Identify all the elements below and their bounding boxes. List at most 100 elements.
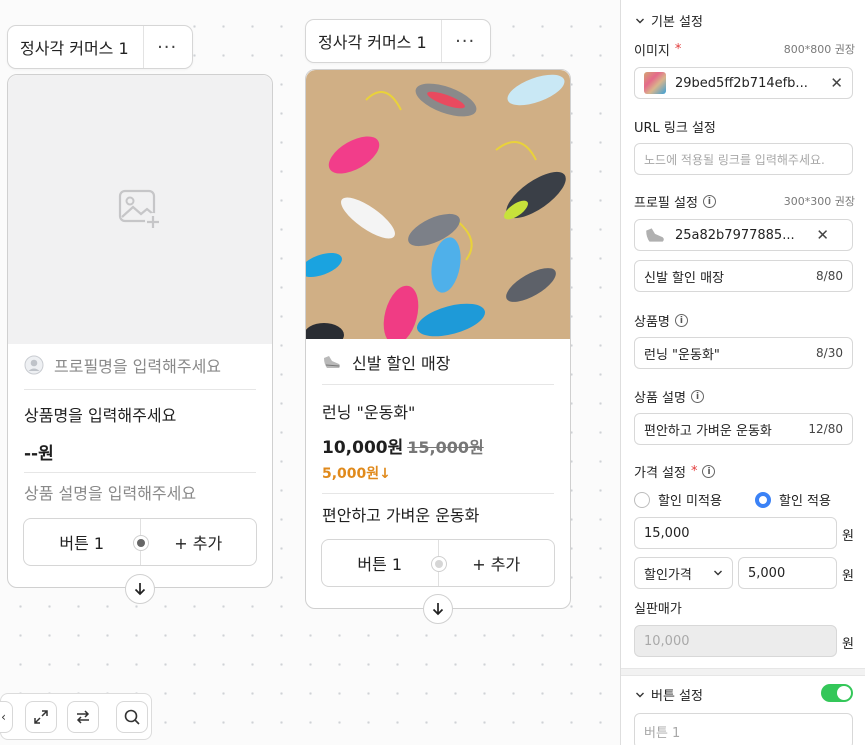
radio-discount-circle[interactable] [755, 491, 771, 508]
discount-type-value: 할인가격 [644, 567, 692, 583]
profile-file-name: 25a82b7977885... [675, 227, 795, 243]
node1-card[interactable]: 프로필명을 입력해주세요 상품명을 입력해주세요 --원 상품 설명을 입력해주… [7, 74, 273, 588]
node1-title: 정사각 커머스 1 [20, 39, 129, 58]
desc-label-row: 상품 설명 i [634, 387, 704, 406]
profile-name-count: 8/80 [816, 269, 843, 283]
node2-price: 10,000원 [322, 438, 404, 458]
search-icon [124, 709, 140, 725]
discount-value: 5,000 [748, 565, 786, 581]
node1-connector[interactable] [133, 535, 149, 551]
image-hint: 800*800 권장 [783, 43, 855, 56]
radio-no-discount-circle[interactable] [634, 491, 650, 508]
close-icon[interactable]: ✕ [816, 226, 829, 244]
shoe-icon [646, 228, 664, 242]
section-separator [621, 668, 865, 676]
node2-header[interactable]: 정사각 커머스 1 ··· [305, 19, 491, 63]
info-icon[interactable]: i [674, 314, 688, 327]
node2-old-price: 15,000원 [407, 438, 484, 457]
node1-header[interactable]: 정사각 커머스 1 ··· [7, 25, 193, 69]
desc-label: 상품 설명 [634, 391, 686, 406]
price-required-mark: * [690, 464, 698, 479]
node1-more-button[interactable]: ··· [142, 26, 191, 68]
shoe-icon [324, 356, 340, 368]
node2-title: 정사각 커머스 1 [318, 33, 427, 52]
radio-no-discount[interactable]: 할인 미적용 [634, 490, 722, 509]
desc-count: 12/80 [808, 422, 843, 436]
price-value: 15,000 [644, 525, 690, 541]
product-label-row: 상품명 i [634, 311, 688, 330]
toolbar-partial-button[interactable]: ‹ [0, 701, 13, 733]
product-name-value: 런닝 "운동화" [644, 347, 720, 363]
discount-value-input[interactable]: 5,000 [738, 557, 837, 589]
profile-name-input[interactable]: 신발 할인 매장 8/80 [634, 260, 853, 292]
final-price-input: 10,000 [634, 625, 837, 657]
canvas-toolbar: ‹ [0, 693, 152, 740]
price-input[interactable]: 15,000 [634, 517, 837, 549]
node1-image-placeholder[interactable] [8, 75, 272, 344]
node2-next-button[interactable] [423, 594, 453, 624]
node2-profile-name: 신발 할인 매장 [352, 354, 451, 373]
zoom-fit-button[interactable] [25, 701, 57, 733]
button-label-input[interactable]: 버튼 1 [634, 713, 853, 745]
arrow-down-icon [134, 583, 146, 596]
avatar-icon [24, 355, 44, 375]
radio-discount[interactable]: 할인 적용 [755, 490, 831, 509]
shoes-photo [306, 70, 570, 339]
node2-discount: 5,000원↓ [322, 466, 391, 482]
price-label-row: 가격 설정 * i [634, 462, 716, 481]
image-label-row: 이미지 * [634, 40, 681, 59]
radio-no-discount-label: 할인 미적용 [658, 494, 722, 509]
node2-card[interactable]: 신발 할인 매장 런닝 "운동화" 10,000원 15,000원 5,000원… [305, 69, 571, 609]
final-price-label: 실판매가 [634, 602, 682, 617]
image-plus-icon [118, 189, 161, 229]
discount-type-select[interactable]: 할인가격 [634, 557, 733, 589]
node2-connector[interactable] [431, 556, 447, 572]
node1-price-placeholder: --원 [24, 444, 54, 464]
info-icon[interactable]: i [690, 390, 704, 403]
button-section-title: 버튼 설정 [651, 689, 703, 704]
node1-profile-row: 프로필명을 입력해주세요 [24, 353, 221, 377]
desc-value: 편안하고 가벼운 운동화 [644, 423, 772, 439]
image-thumbnail [644, 72, 666, 94]
info-icon[interactable]: i [702, 465, 716, 478]
desc-input[interactable]: 편안하고 가벼운 운동화 12/80 [634, 413, 853, 445]
node1-next-button[interactable] [125, 574, 155, 604]
node2-product-image[interactable] [306, 70, 570, 339]
info-icon[interactable]: i [702, 195, 716, 208]
chevron-left-icon: ‹ [1, 710, 6, 724]
url-input[interactable]: 노드에 적용될 링크를 입력해주세요. [634, 143, 853, 175]
radio-discount-label: 할인 적용 [779, 494, 831, 509]
node1-button-1[interactable]: 버튼 1 [24, 519, 140, 565]
profile-name-value: 신발 할인 매장 [644, 270, 725, 286]
discount-currency: 원 [842, 569, 854, 584]
node2-add-button[interactable]: + 추가 [437, 540, 555, 586]
button-section-toggle[interactable] [821, 684, 853, 702]
expand-icon [34, 710, 48, 724]
basic-section-header[interactable]: 기본 설정 [635, 11, 703, 30]
node1-product-placeholder: 상품명을 입력해주세요 [24, 406, 177, 425]
chevron-down-icon [714, 570, 722, 576]
product-name-input[interactable]: 런닝 "운동화" 8/30 [634, 337, 853, 369]
chevron-down-icon [636, 692, 644, 697]
node1-profile-placeholder: 프로필명을 입력해주세요 [54, 357, 222, 376]
node2-button-1[interactable]: 버튼 1 [322, 540, 438, 586]
node1-add-button[interactable]: + 추가 [139, 519, 257, 565]
settings-panel: 기본 설정 이미지 * 800*800 권장 29bed5ff2b714efb.… [620, 0, 865, 745]
swap-button[interactable] [67, 701, 99, 733]
profile-label-row: 프로필 설정 i [634, 192, 716, 211]
node2-product-name: 런닝 "운동화" [322, 403, 416, 422]
node2-more-button[interactable]: ··· [440, 20, 489, 62]
final-currency: 원 [842, 637, 854, 652]
node1-desc-placeholder: 상품 설명을 입력해주세요 [24, 484, 197, 503]
search-button[interactable] [116, 701, 148, 733]
button-label-placeholder: 버튼 1 [644, 725, 681, 741]
button-section-header[interactable]: 버튼 설정 [635, 685, 703, 704]
image-file-field[interactable]: 29bed5ff2b714efb... ✕ [634, 67, 853, 99]
profile-hint: 300*300 권장 [783, 195, 855, 208]
product-label: 상품명 [634, 315, 670, 330]
profile-file-field[interactable]: 25a82b7977885... ✕ [634, 219, 853, 251]
close-icon[interactable]: ✕ [830, 74, 843, 92]
swap-icon [76, 710, 90, 724]
image-label: 이미지 [634, 44, 670, 59]
chevron-down-icon [636, 18, 644, 23]
